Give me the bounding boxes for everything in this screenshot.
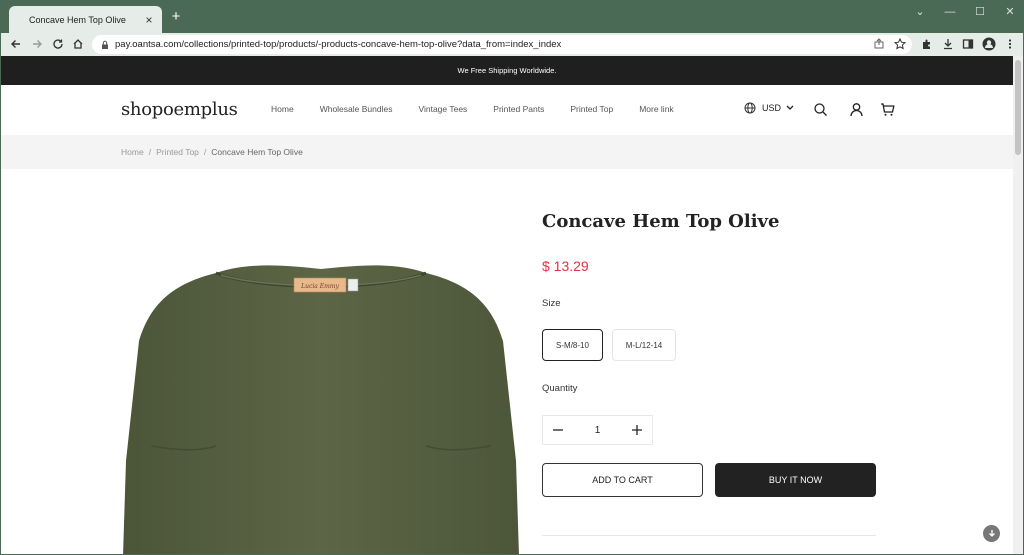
floating-chat-icon[interactable]: [983, 525, 1000, 542]
address-bar[interactable]: pay.oantsa.com/collections/printed-top/p…: [92, 35, 912, 54]
quantity-value[interactable]: 1: [595, 425, 601, 436]
tab-search-icon[interactable]: ⌄: [905, 4, 935, 20]
browser-menu-icon[interactable]: [1003, 37, 1017, 51]
close-window-button[interactable]: ✕: [995, 4, 1023, 20]
cart-icon[interactable]: [880, 102, 895, 117]
url-text: pay.oantsa.com/collections/printed-top/p…: [115, 39, 562, 50]
back-icon[interactable]: [9, 37, 23, 51]
side-panel-icon[interactable]: [961, 37, 975, 51]
currency-selector[interactable]: USD: [744, 102, 794, 114]
nav-wholesale-bundles[interactable]: Wholesale Bundles: [320, 104, 393, 114]
page-scrollbar[interactable]: [1013, 56, 1023, 554]
site-header: shopoemplus Home Wholesale Bundles Vinta…: [1, 85, 1013, 135]
breadcrumb-separator: /: [203, 147, 207, 157]
size-label: Size: [542, 298, 561, 309]
section-divider: [542, 535, 876, 536]
nav-printed-pants[interactable]: Printed Pants: [493, 104, 544, 114]
product-image[interactable]: Lucia Emmy: [121, 231, 521, 554]
reload-icon[interactable]: [51, 37, 65, 51]
tab-title: Concave Hem Top Olive: [29, 14, 126, 25]
quantity-label: Quantity: [542, 383, 578, 394]
site-logo[interactable]: shopoemplus: [121, 99, 238, 120]
size-option-m-l[interactable]: M-L/12-14: [612, 329, 676, 361]
search-icon[interactable]: [813, 102, 828, 117]
tab-strip: Concave Hem Top Olive × + ⌄ — ☐ ✕: [1, 1, 1023, 33]
minimize-button[interactable]: —: [935, 4, 965, 20]
product-price: $ 13.29: [542, 258, 589, 274]
browser-toolbar: pay.oantsa.com/collections/printed-top/p…: [1, 33, 1023, 56]
nav-home[interactable]: Home: [271, 104, 294, 114]
browser-tab[interactable]: Concave Hem Top Olive ×: [9, 6, 162, 33]
plus-icon[interactable]: [630, 423, 644, 437]
chevron-down-icon: [786, 105, 794, 110]
nav-printed-top[interactable]: Printed Top: [570, 104, 613, 114]
home-icon[interactable]: [71, 37, 85, 51]
clothing-label-text: Lucia Emmy: [300, 283, 339, 290]
nav-more-link[interactable]: More link: [639, 104, 673, 114]
lock-icon: [102, 40, 108, 49]
main-nav: Home Wholesale Bundles Vintage Tees Prin…: [271, 104, 700, 114]
product-title: Concave Hem Top Olive: [542, 211, 780, 232]
share-icon[interactable]: [872, 37, 886, 51]
browser-window: Concave Hem Top Olive × + ⌄ — ☐ ✕ pay.oa…: [0, 0, 1024, 555]
account-icon[interactable]: [849, 102, 864, 117]
forward-icon[interactable]: [30, 37, 44, 51]
breadcrumb-current: Concave Hem Top Olive: [211, 147, 303, 157]
announcement-bar: We Free Shipping Worldwide.: [1, 56, 1013, 85]
size-option-s-m[interactable]: S-M/8-10: [542, 329, 603, 361]
globe-icon: [744, 102, 756, 114]
extensions-icon[interactable]: [920, 37, 934, 51]
minus-icon[interactable]: [551, 423, 565, 437]
breadcrumb-bar: Home / Printed Top / Concave Hem Top Oli…: [1, 135, 1013, 169]
scrollbar-thumb[interactable]: [1015, 60, 1021, 155]
breadcrumb-home[interactable]: Home: [121, 147, 144, 157]
nav-vintage-tees[interactable]: Vintage Tees: [418, 104, 467, 114]
breadcrumb-category[interactable]: Printed Top: [156, 147, 199, 157]
tab-close-icon[interactable]: ×: [142, 13, 156, 27]
quantity-stepper: 1: [542, 415, 653, 445]
breadcrumb-separator: /: [148, 147, 152, 157]
maximize-button[interactable]: ☐: [965, 4, 995, 20]
profile-avatar-icon[interactable]: [982, 37, 996, 51]
bookmark-star-icon[interactable]: [893, 37, 907, 51]
currency-label: USD: [762, 103, 782, 113]
add-to-cart-button[interactable]: ADD TO CART: [542, 463, 703, 497]
new-tab-button[interactable]: +: [168, 9, 184, 25]
download-icon[interactable]: [941, 37, 955, 51]
breadcrumb: Home / Printed Top / Concave Hem Top Oli…: [121, 147, 303, 157]
buy-it-now-button[interactable]: BUY IT NOW: [715, 463, 876, 497]
